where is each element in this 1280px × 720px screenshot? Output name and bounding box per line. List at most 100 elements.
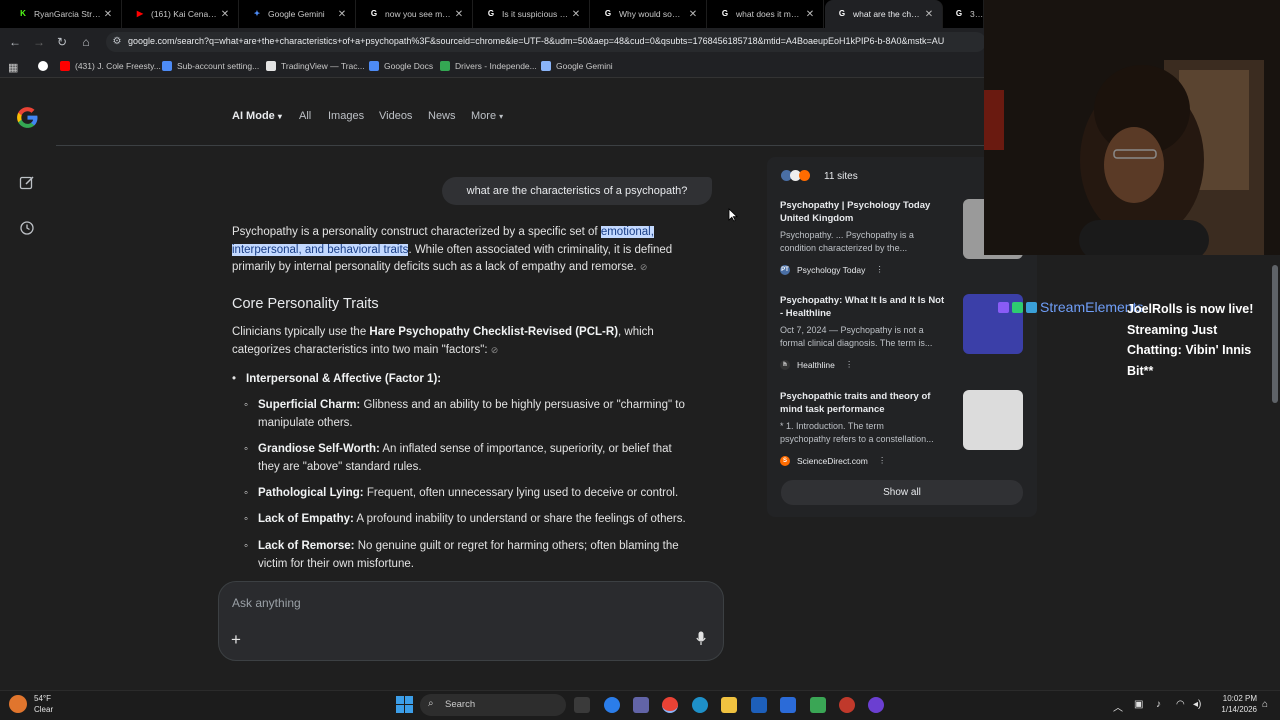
file-explorer-icon[interactable] bbox=[721, 697, 737, 713]
site-info-icon[interactable]: ⚙ bbox=[110, 35, 124, 49]
bookmark-item[interactable]: (431) J. Cole Freesty... bbox=[60, 61, 161, 71]
bookmark-favicon-icon bbox=[266, 61, 276, 71]
more-options-icon[interactable]: ⋮ bbox=[875, 264, 884, 275]
tab-title: what are the charac bbox=[853, 9, 922, 19]
tab-all[interactable]: All bbox=[299, 110, 311, 122]
tab-more[interactable]: More ▾ bbox=[471, 110, 503, 122]
edge-icon[interactable] bbox=[692, 697, 708, 713]
app-icon[interactable] bbox=[810, 697, 826, 713]
source-title[interactable]: Psychopathy | Psychology Today United Kin… bbox=[780, 199, 958, 225]
taskbar-search-label: Search bbox=[445, 699, 476, 710]
trait-item: ◦ Superficial Charm: Glibness and an abil… bbox=[244, 399, 685, 429]
browser-tab[interactable]: Gnow you see me - G✕ bbox=[357, 0, 473, 28]
apps-icon[interactable]: ▦ bbox=[8, 61, 18, 74]
tab-news[interactable]: News bbox=[428, 110, 456, 122]
tab-favicon-icon: K bbox=[20, 9, 26, 18]
tab-videos[interactable]: Videos bbox=[379, 110, 412, 122]
tab-title: (161) Kai Cenat QU bbox=[151, 9, 218, 19]
tray-app-icon[interactable]: ▣ bbox=[1134, 699, 1143, 710]
highlighted-text: interpersonal, and behavioral traits bbox=[232, 243, 409, 256]
weather-icon[interactable] bbox=[9, 695, 27, 713]
more-options-icon[interactable]: ⋮ bbox=[845, 359, 854, 370]
url-text[interactable]: google.com/search?q=what+are+the+charact… bbox=[128, 36, 984, 46]
browser-tab[interactable]: ▶ (161) Kai Cenat QU✕ bbox=[123, 0, 239, 28]
user-query-bubble: what are the characteristics of a psycho… bbox=[442, 177, 712, 205]
browser-tab[interactable]: Gwhat are the charac ✕ bbox=[825, 0, 943, 28]
trait-item: ◦ Lack of Remorse: No genuine guilt or re… bbox=[244, 540, 679, 570]
weather-widget[interactable]: 54°F Clear bbox=[34, 693, 53, 715]
bookmark-label: Google Docs bbox=[384, 61, 434, 71]
home-icon[interactable]: ⌂ bbox=[79, 35, 93, 49]
browser-tab[interactable]: G Is it suspicious for s ✕ bbox=[474, 0, 590, 28]
ask-input[interactable]: Ask anything bbox=[232, 596, 301, 610]
bookmark-item[interactable] bbox=[38, 61, 53, 71]
bookmark-label: Sub-account setting... bbox=[177, 61, 260, 71]
close-tab-icon[interactable]: ✕ bbox=[686, 9, 700, 20]
source-thumbnail[interactable] bbox=[963, 390, 1023, 450]
app-icon[interactable] bbox=[839, 697, 855, 713]
link-icon[interactable]: ⊘ bbox=[491, 345, 499, 355]
tab-title: Google Gemini bbox=[268, 9, 325, 19]
show-all-button[interactable]: Show all bbox=[781, 480, 1023, 505]
microphone-icon[interactable] bbox=[696, 631, 706, 646]
close-tab-icon[interactable]: ✕ bbox=[218, 9, 232, 20]
bookmark-item[interactable]: Google Gemini bbox=[541, 61, 613, 71]
task-view-icon[interactable] bbox=[574, 697, 590, 713]
microphone-icon[interactable]: ♪ bbox=[1156, 699, 1161, 710]
sources-count[interactable]: 11 sites bbox=[824, 171, 858, 182]
close-tab-icon[interactable]: ✕ bbox=[922, 9, 936, 20]
new-chat-icon[interactable] bbox=[19, 175, 35, 191]
bookmark-item[interactable]: Drivers - Independe... bbox=[440, 61, 537, 71]
browser-tab[interactable]: Gwhat does it mean ✕ bbox=[708, 0, 824, 28]
reload-icon[interactable]: ↻ bbox=[55, 35, 69, 49]
close-tab-icon[interactable]: ✕ bbox=[803, 9, 817, 20]
link-icon[interactable]: ⊘ bbox=[640, 262, 648, 272]
mouse-cursor-icon bbox=[728, 208, 738, 222]
back-icon[interactable]: ← bbox=[8, 35, 22, 49]
webcam-overlay bbox=[984, 0, 1280, 255]
tab-images[interactable]: Images bbox=[328, 110, 364, 122]
forward-icon[interactable]: → bbox=[32, 35, 46, 49]
windows-start-icon[interactable] bbox=[396, 696, 413, 713]
tab-favicon-icon: G bbox=[370, 9, 378, 18]
obs-icon[interactable] bbox=[868, 697, 884, 713]
history-icon[interactable] bbox=[19, 220, 35, 236]
bookmark-item[interactable]: Sub-account setting... bbox=[162, 61, 259, 71]
tab-favicon-icon: G bbox=[721, 9, 729, 18]
bookmark-item[interactable]: Google Docs bbox=[369, 61, 433, 71]
section-heading: Core Personality Traits bbox=[232, 296, 379, 312]
add-icon[interactable]: + bbox=[231, 630, 241, 650]
scrollbar-thumb[interactable] bbox=[1272, 265, 1278, 403]
taskbar-search[interactable] bbox=[420, 694, 566, 716]
wifi-icon[interactable]: ◠ bbox=[1176, 699, 1185, 710]
tab-ai-mode[interactable]: AI Mode ▾ bbox=[232, 110, 282, 122]
close-tab-icon[interactable]: ✕ bbox=[101, 9, 115, 20]
browser-tab[interactable]: ✦ Google Gemini ✕ bbox=[240, 0, 356, 28]
chevron-up-icon[interactable]: ︿ bbox=[1113, 699, 1123, 714]
clock[interactable]: 10:02 PM 1/14/2026 bbox=[1209, 693, 1257, 715]
stream-elements-label: StreamElements bbox=[998, 299, 1143, 315]
outlook-icon[interactable] bbox=[780, 697, 796, 713]
volume-icon[interactable]: ◂) bbox=[1193, 699, 1201, 710]
tab-favicon-icon: G bbox=[955, 9, 963, 18]
bookmark-favicon-icon bbox=[369, 61, 379, 71]
browser-tab[interactable]: G 30 x bbox=[942, 0, 984, 28]
bookmark-item[interactable]: TradingView — Trac... bbox=[266, 61, 365, 71]
more-options-icon[interactable]: ⋮ bbox=[878, 455, 887, 466]
store-icon[interactable] bbox=[751, 697, 767, 713]
close-tab-icon[interactable]: ✕ bbox=[569, 9, 583, 20]
browser-tab[interactable]: G Why would someo ✕ bbox=[591, 0, 707, 28]
source-site: h Healthline ⋮ bbox=[780, 359, 853, 370]
google-logo[interactable] bbox=[15, 105, 40, 130]
ask-box[interactable] bbox=[218, 581, 724, 661]
source-title[interactable]: Psychopathy: What It Is and It Is Not - H… bbox=[780, 294, 958, 320]
bookmark-favicon-icon bbox=[60, 61, 70, 71]
close-tab-icon[interactable]: ✕ bbox=[452, 9, 466, 20]
notifications-icon[interactable]: ⌂ bbox=[1262, 699, 1268, 710]
copilot-icon[interactable] bbox=[604, 697, 620, 713]
close-tab-icon[interactable]: ✕ bbox=[335, 9, 349, 20]
teams-icon[interactable] bbox=[633, 697, 649, 713]
browser-tab[interactable]: K RyanGarcia Stream✕ bbox=[6, 0, 122, 28]
chrome-icon[interactable] bbox=[662, 697, 678, 713]
source-title[interactable]: Psychopathic traits and theory of mind ta… bbox=[780, 390, 958, 416]
